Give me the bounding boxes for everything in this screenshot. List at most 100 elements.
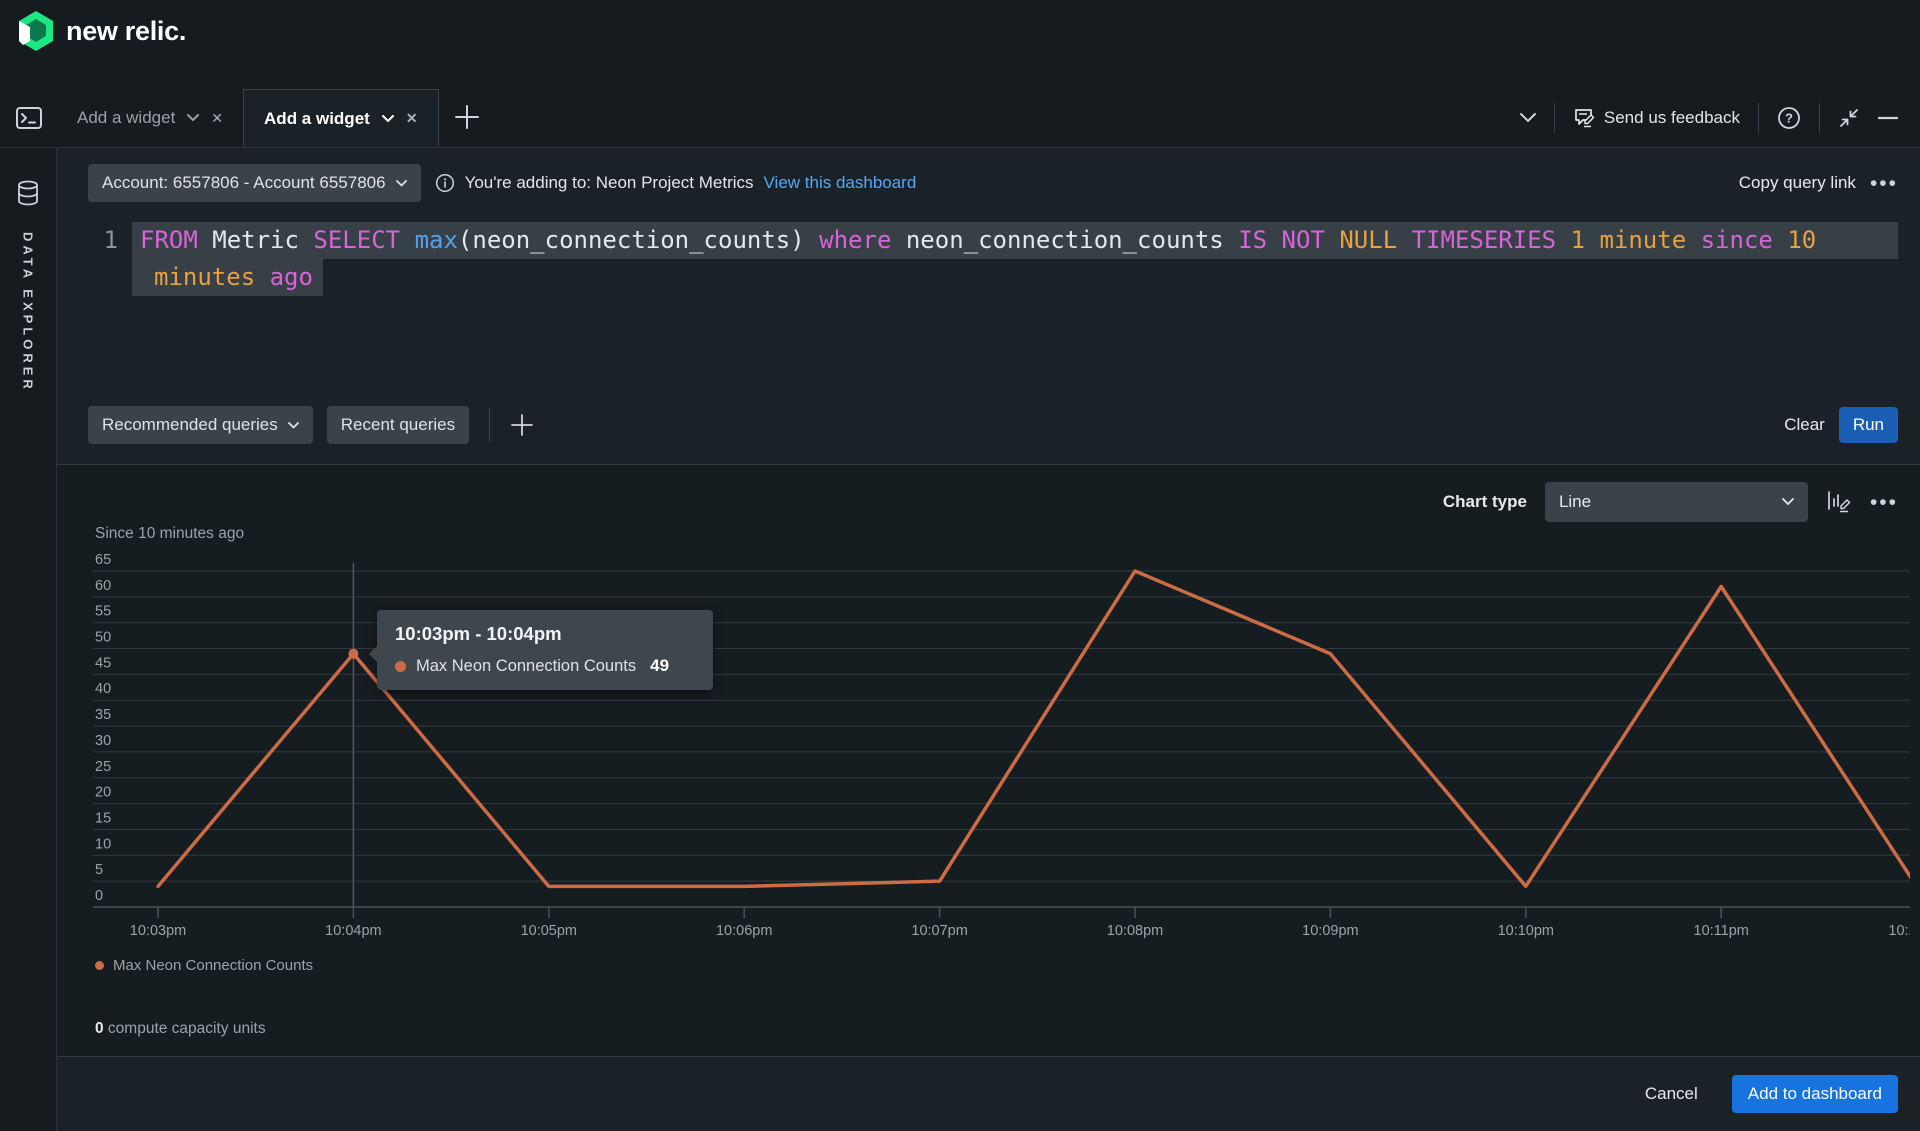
svg-text:10:04pm: 10:04pm xyxy=(325,923,381,939)
chevron-down-icon xyxy=(382,115,394,123)
run-button[interactable]: Run xyxy=(1839,407,1898,443)
collapse-window-button[interactable] xyxy=(1838,107,1860,129)
top-header: new relic. xyxy=(0,0,1920,62)
series-dot-icon xyxy=(95,961,104,970)
add-tab-button[interactable] xyxy=(439,89,495,147)
legend-item[interactable]: Max Neon Connection Counts xyxy=(88,957,1898,974)
chart-header: Chart type Line xyxy=(88,481,1898,523)
adding-to-text: You're adding to: Neon Project Metrics xyxy=(465,173,754,193)
info-icon xyxy=(435,173,455,193)
svg-text:10:05pm: 10:05pm xyxy=(521,923,577,939)
recent-queries-label: Recent queries xyxy=(341,415,455,435)
send-feedback-button[interactable]: Send us feedback xyxy=(1573,107,1740,129)
chart-more-options-button[interactable]: ••• xyxy=(1870,492,1898,513)
svg-text:10:12pm: 10:12pm xyxy=(1888,923,1910,939)
console-icon xyxy=(15,106,43,130)
account-row: Account: 6557806 - Account 6557806 You'r… xyxy=(88,164,1898,202)
chevron-down-icon xyxy=(1520,113,1536,123)
send-feedback-label: Send us feedback xyxy=(1604,108,1740,128)
compute-capacity-value: 0 xyxy=(95,1020,104,1037)
account-selector[interactable]: Account: 6557806 - Account 6557806 xyxy=(88,164,421,202)
svg-text:10:03pm: 10:03pm xyxy=(130,923,186,939)
cancel-button[interactable]: Cancel xyxy=(1645,1084,1698,1104)
tabs-dropdown-button[interactable] xyxy=(1520,113,1536,123)
line-number: 1 xyxy=(88,222,118,406)
clear-button[interactable]: Clear xyxy=(1784,415,1825,435)
plus-icon xyxy=(454,104,480,130)
tooltip-series-row: Max Neon Connection Counts 49 xyxy=(395,656,695,676)
close-icon[interactable]: ✕ xyxy=(211,110,223,127)
svg-text:10:10pm: 10:10pm xyxy=(1498,923,1554,939)
divider xyxy=(1758,103,1759,133)
tooltip-series-value: 49 xyxy=(650,656,669,676)
chart-type-label: Chart type xyxy=(1443,492,1527,512)
minimize-button[interactable] xyxy=(1878,116,1898,120)
edit-chart-button[interactable] xyxy=(1826,489,1852,515)
query-line-1: FROM Metric SELECT max(neon_connection_c… xyxy=(132,222,1898,259)
collapse-icon xyxy=(1838,107,1860,129)
add-to-dashboard-button[interactable]: Add to dashboard xyxy=(1732,1075,1898,1113)
query-lines: FROM Metric SELECT max(neon_connection_c… xyxy=(132,222,1898,406)
rail-label: DATA EXPLORER xyxy=(21,232,36,393)
series-dot-icon xyxy=(395,661,406,672)
main-panel: Account: 6557806 - Account 6557806 You'r… xyxy=(57,148,1920,1131)
svg-text:15: 15 xyxy=(95,810,111,826)
svg-text:25: 25 xyxy=(95,759,111,775)
line-chart-svg: 0510152025303540455055606510:03pm10:04pm… xyxy=(93,549,1910,947)
svg-text:35: 35 xyxy=(95,707,111,723)
svg-text:60: 60 xyxy=(95,578,111,594)
svg-text:50: 50 xyxy=(95,630,111,646)
tooltip-time-range: 10:03pm - 10:04pm xyxy=(395,623,695,645)
svg-text:5: 5 xyxy=(95,862,103,878)
tab-add-a-widget-2[interactable]: Add a widget ✕ xyxy=(243,89,439,147)
chart-area[interactable]: 0510152025303540455055606510:03pm10:04pm… xyxy=(93,549,1898,947)
divider xyxy=(1554,103,1555,133)
chart-type-value: Line xyxy=(1559,492,1591,512)
close-icon[interactable]: ✕ xyxy=(406,110,418,127)
app-window: new relic. Add a widget ✕ Add a widget ✕ xyxy=(0,0,1920,1131)
svg-text:10: 10 xyxy=(95,836,111,852)
legend-label: Max Neon Connection Counts xyxy=(113,957,313,974)
add-query-button[interactable] xyxy=(510,413,534,437)
tab-bar-right: Send us feedback ? xyxy=(1520,89,1920,147)
recommended-queries-button[interactable]: Recommended queries xyxy=(88,406,313,444)
recent-queries-button[interactable]: Recent queries xyxy=(327,406,469,444)
svg-text:55: 55 xyxy=(95,604,111,620)
svg-text:?: ? xyxy=(1785,111,1793,126)
query-line-2: minutes ago xyxy=(132,259,323,296)
content-row: DATA EXPLORER Account: 6557806 - Account… xyxy=(0,147,1920,1131)
divider xyxy=(1819,103,1820,133)
brand: new relic. xyxy=(16,9,186,53)
data-explorer-rail[interactable]: DATA EXPLORER xyxy=(0,148,57,1131)
copy-query-link-button[interactable]: Copy query link xyxy=(1739,173,1856,193)
svg-text:10:06pm: 10:06pm xyxy=(716,923,772,939)
query-panel: Account: 6557806 - Account 6557806 You'r… xyxy=(57,148,1920,464)
tab-bar: Add a widget ✕ Add a widget ✕ xyxy=(0,62,1920,147)
svg-text:10:11pm: 10:11pm xyxy=(1694,923,1749,939)
chevron-down-icon xyxy=(396,180,407,187)
chevron-down-icon xyxy=(1782,498,1794,506)
chart-edit-icon xyxy=(1826,489,1852,515)
footer-bar: Cancel Add to dashboard xyxy=(57,1056,1920,1131)
data-explorer-toggle-button[interactable] xyxy=(0,89,57,147)
chart-since-label: Since 10 minutes ago xyxy=(88,525,1898,549)
query-more-options-button[interactable]: ••• xyxy=(1870,173,1898,194)
tab-add-a-widget-1[interactable]: Add a widget ✕ xyxy=(57,89,243,147)
help-button[interactable]: ? xyxy=(1777,106,1801,130)
chart-type-select[interactable]: Line xyxy=(1545,482,1808,522)
query-editor[interactable]: 1 FROM Metric SELECT max(neon_connection… xyxy=(88,222,1898,406)
view-dashboard-link[interactable]: View this dashboard xyxy=(764,173,917,193)
svg-text:65: 65 xyxy=(95,552,111,568)
svg-text:30: 30 xyxy=(95,733,111,749)
account-selector-label: Account: 6557806 - Account 6557806 xyxy=(102,173,386,193)
chart-tooltip: 10:03pm - 10:04pm Max Neon Connection Co… xyxy=(377,610,713,690)
brand-wordmark: new relic. xyxy=(66,16,186,47)
svg-text:20: 20 xyxy=(95,785,111,801)
svg-text:0: 0 xyxy=(95,888,103,904)
minimize-icon xyxy=(1878,116,1898,120)
tab-label: Add a widget xyxy=(264,109,370,129)
svg-text:45: 45 xyxy=(95,655,111,671)
feedback-icon xyxy=(1573,107,1595,129)
new-relic-logo-icon xyxy=(16,9,56,53)
svg-text:10:08pm: 10:08pm xyxy=(1107,923,1163,939)
